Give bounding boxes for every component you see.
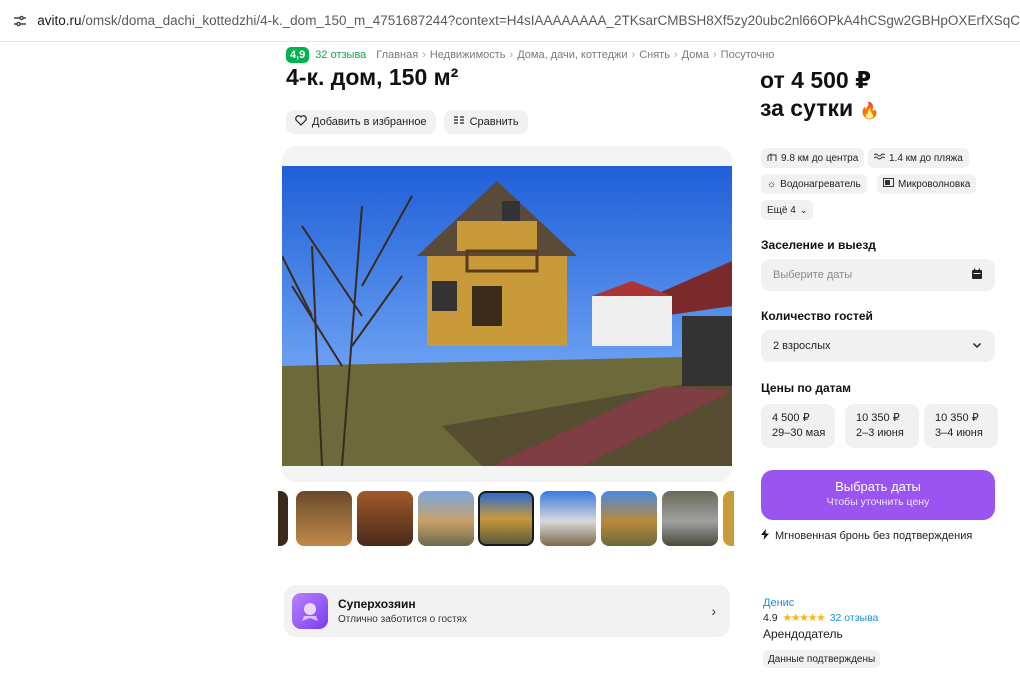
superhost-text: Суперхозяин Отлично заботится о гостях <box>338 597 467 625</box>
choose-dates-button[interactable]: Выбрать даты Чтобы уточнить цену <box>761 470 995 520</box>
date-price-dates: 2–3 июня <box>856 427 904 439</box>
feature-chip: Микроволновка <box>877 174 977 194</box>
compare-label: Сравнить <box>469 116 519 128</box>
url-path: /omsk/doma_dachi_kottedzhi/4-k._dom_150_… <box>81 13 1020 28</box>
date-price-card[interactable]: 10 350 ₽ 3–4 июня <box>924 404 998 448</box>
breadcrumb-separator: › <box>422 49 426 61</box>
feature-chip: 1.4 км до пляжа <box>868 148 969 168</box>
breadcrumb-item[interactable]: Недвижимость <box>430 49 506 61</box>
address-bar[interactable]: avito.ru/omsk/doma_dachi_kottedzhi/4-k._… <box>0 0 1020 42</box>
breadcrumb-row: 4,9 32 отзыва Главная › Недвижимость › Дом… <box>286 46 774 64</box>
photo-thumbnail[interactable] <box>601 491 657 546</box>
main-photo[interactable] <box>282 166 732 466</box>
price: от 4 500 ₽ за сутки 🔥 <box>760 66 879 126</box>
date-price-amount: 10 350 ₽ <box>856 412 900 424</box>
host-rating-value: 4.9 <box>763 612 778 624</box>
url-host: avito.ru <box>37 13 82 28</box>
feature-chip: 9.8 км до центра <box>761 148 865 168</box>
page-title: 4-к. дом, 150 м² <box>286 64 459 90</box>
compare-button[interactable]: Сравнить <box>443 110 528 134</box>
listing-actions: Добавить в избранное Сравнить <box>286 110 528 134</box>
photo-thumbnail[interactable] <box>662 491 718 546</box>
photo-thumbnail[interactable] <box>540 491 596 546</box>
date-price-dates: 3–4 июня <box>935 427 983 439</box>
feature-chip: ☼ Водонагреватель <box>761 174 867 194</box>
breadcrumb-item[interactable]: Главная <box>376 49 418 61</box>
reviews-link[interactable]: 32 отзыва <box>315 49 366 61</box>
photo-thumbnail[interactable] <box>296 491 352 546</box>
date-picker-field[interactable]: Выберите даты <box>761 259 995 291</box>
site-settings-icon[interactable] <box>6 6 33 36</box>
more-features-label: Ещё 4 <box>767 204 796 216</box>
verified-badge: Данные подтверждены <box>763 650 881 668</box>
breadcrumb-separator: › <box>631 49 636 61</box>
instant-booking-text: Мгновенная бронь без подтверждения <box>775 530 973 542</box>
date-price-card[interactable]: 10 350 ₽ 2–3 июня <box>845 404 919 448</box>
feature-label: 9.8 км до центра <box>781 152 859 164</box>
photo-thumbnail[interactable] <box>418 491 474 546</box>
feature-label: 1.4 км до пляжа <box>889 152 963 164</box>
microwave-icon <box>883 178 894 190</box>
photo-thumbnail[interactable] <box>357 491 413 546</box>
lightning-icon <box>761 529 769 543</box>
breadcrumb-item[interactable]: Дома <box>682 49 709 61</box>
host-role: Арендодатель <box>763 627 843 641</box>
checkin-label: Заселение и выезд <box>761 238 876 252</box>
city-icon <box>767 152 777 165</box>
choose-dates-title: Выбрать даты <box>835 479 921 494</box>
date-price-amount: 4 500 ₽ <box>772 412 810 424</box>
add-to-favorites-button[interactable]: Добавить в избранное <box>286 110 436 134</box>
url-text[interactable]: avito.ru/omsk/doma_dachi_kottedzhi/4-k._… <box>37 13 1020 28</box>
chevron-down-icon: ⌄ <box>799 204 808 215</box>
waves-icon <box>873 152 886 165</box>
photo-thumbnail-selected[interactable] <box>478 491 534 546</box>
guests-label: Количество гостей <box>761 309 873 323</box>
photo-thumbnail[interactable] <box>723 491 734 546</box>
breadcrumb: Главная › Недвижимость › Дома, дачи, котте… <box>376 49 774 61</box>
price-period-row: за сутки 🔥 <box>760 94 879 126</box>
date-picker-placeholder: Выберите даты <box>773 269 853 281</box>
superhost-icon <box>292 593 328 629</box>
breadcrumb-separator: › <box>713 49 717 61</box>
star-rating-icon: ★★★★★ <box>782 612 826 624</box>
breadcrumb-item[interactable]: Снять <box>639 49 670 61</box>
date-price-dates: 29–30 мая <box>772 427 826 439</box>
superhost-card[interactable]: Суперхозяин Отлично заботится о гостях › <box>284 585 730 637</box>
feature-label: Водонагреватель <box>780 178 861 190</box>
photo-thumbnail[interactable] <box>278 491 288 546</box>
breadcrumb-item[interactable]: Дома, дачи, коттеджи <box>517 49 627 61</box>
choose-dates-subtitle: Чтобы уточнить цену <box>826 496 930 508</box>
chevron-down-icon <box>971 339 983 354</box>
fire-icon: 🔥 <box>859 103 880 120</box>
guests-select[interactable]: 2 взрослых <box>761 330 995 362</box>
superhost-subtitle: Отлично заботится о гостях <box>338 614 467 625</box>
prices-label: Цены по датам <box>761 381 852 395</box>
date-price-amount: 10 350 ₽ <box>935 412 979 424</box>
instant-booking-note: Мгновенная бронь без подтверждения <box>761 529 972 543</box>
feature-label: Микроволновка <box>898 178 971 190</box>
superhost-title: Суперхозяин <box>338 597 416 611</box>
add-to-favorites-label: Добавить в избранное <box>312 116 427 128</box>
host-reviews-link[interactable]: 32 отзыва <box>830 612 879 624</box>
heart-icon <box>295 115 307 129</box>
price-period: за сутки <box>760 95 854 121</box>
host-name-link[interactable]: Денис <box>763 597 794 609</box>
breadcrumb-item[interactable]: Посуточно <box>721 49 775 61</box>
calendar-icon <box>971 268 983 283</box>
more-features-button[interactable]: Ещё 4 ⌄ <box>761 200 814 220</box>
breadcrumb-separator: › <box>509 49 514 61</box>
chevron-right-icon: › <box>711 603 716 619</box>
guests-value: 2 взрослых <box>773 340 831 352</box>
thumbnail-strip <box>278 491 734 547</box>
compare-icon <box>453 115 465 129</box>
date-price-card[interactable]: 4 500 ₽ 29–30 мая <box>761 404 835 448</box>
breadcrumb-separator: › <box>673 49 678 61</box>
price-amount: от 4 500 ₽ <box>760 67 872 93</box>
rating-badge[interactable]: 4,9 <box>286 47 310 63</box>
sun-icon: ☼ <box>767 178 777 190</box>
host-rating-row: 4.9 ★★★★★ 32 отзыва <box>763 612 878 624</box>
